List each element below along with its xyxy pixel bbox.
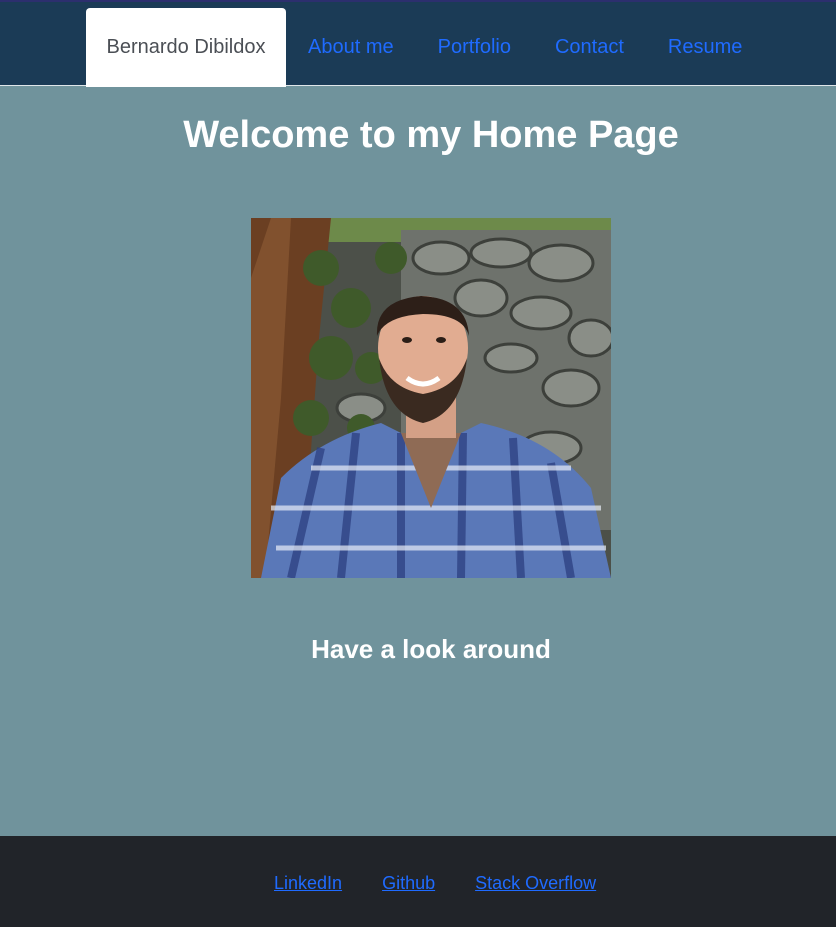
profile-photo xyxy=(251,218,611,578)
footer-links: LinkedIn Github Stack Overflow xyxy=(274,873,596,894)
footer-link-linkedin[interactable]: LinkedIn xyxy=(274,873,342,894)
nav-item-about-me[interactable]: About me xyxy=(286,8,416,87)
nav-brand-link[interactable]: Bernardo Dibildox xyxy=(86,8,286,87)
main-nav: Bernardo Dibildox About me Portfolio Con… xyxy=(86,8,764,87)
footer: LinkedIn Github Stack Overflow xyxy=(0,836,836,927)
subtitle: Have a look around xyxy=(311,634,551,664)
nav-item-portfolio[interactable]: Portfolio xyxy=(416,8,533,87)
footer-link-github[interactable]: Github xyxy=(382,873,435,894)
nav-item-resume[interactable]: Resume xyxy=(646,8,764,87)
top-navbar: Bernardo Dibildox About me Portfolio Con… xyxy=(0,0,836,87)
main-content: Welcome to my Home Page Have a look arou… xyxy=(0,86,836,836)
profile-photo-image xyxy=(251,218,611,578)
page-title: Welcome to my Home Page xyxy=(183,114,679,156)
nav-item-contact[interactable]: Contact xyxy=(533,8,646,87)
footer-link-stack-overflow[interactable]: Stack Overflow xyxy=(475,873,596,894)
